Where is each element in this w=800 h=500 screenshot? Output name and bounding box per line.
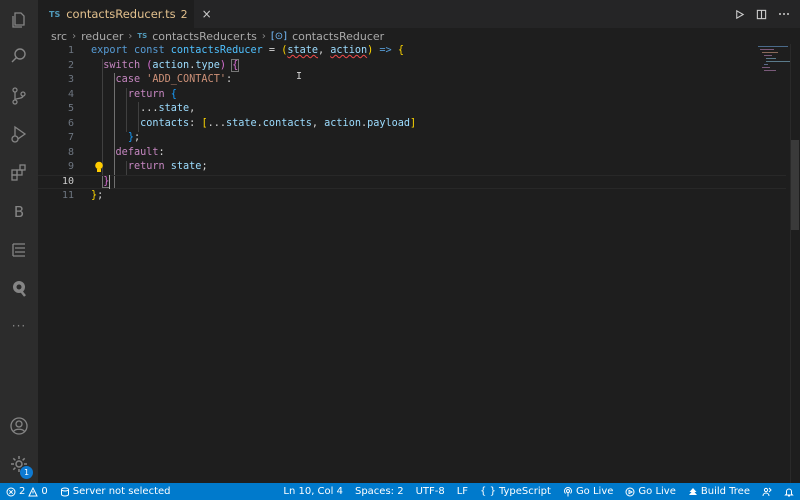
line-number: 4 xyxy=(67,88,74,100)
error-icon xyxy=(6,487,16,496)
chevron-right-icon: › xyxy=(261,30,266,42)
warning-icon xyxy=(28,486,39,496)
error-count: 2 xyxy=(19,486,26,497)
code-line: return { xyxy=(127,88,177,100)
eol-label: LF xyxy=(456,486,469,497)
tab-filename: contactsReducer.ts xyxy=(66,7,176,21)
chevron-right-icon: › xyxy=(72,30,77,42)
line-number: 5 xyxy=(67,103,74,114)
code-line: contacts: [...state.contacts, action.pay… xyxy=(140,117,417,129)
go-live-button[interactable]: Go Live xyxy=(557,483,619,500)
line-number: 3 xyxy=(67,74,74,85)
settings-gear-icon[interactable]: 1 xyxy=(7,452,33,479)
text-caret xyxy=(109,175,110,189)
more-actions-icon[interactable] xyxy=(778,12,790,16)
list-icon[interactable] xyxy=(7,238,31,262)
scrollbar-thumb[interactable] xyxy=(791,140,799,230)
code-editor[interactable]: 1 2 3 4 5 6 7 8 9 10 11 export const con… xyxy=(38,44,786,483)
build-tree-label: Build Tree xyxy=(700,486,750,497)
cursor-position[interactable]: Ln 10, Col 4 xyxy=(277,483,349,500)
line-number: 11 xyxy=(61,190,74,201)
line-number: 1 xyxy=(67,45,74,56)
go-live-label: Go Live xyxy=(575,486,614,497)
braces-icon: { } xyxy=(480,486,496,497)
line-number: 2 xyxy=(67,59,74,71)
server-status[interactable]: Server not selected xyxy=(54,483,177,500)
line-number: 9 xyxy=(67,161,74,172)
bell-icon xyxy=(784,488,794,496)
go-live-label-2: Go Live xyxy=(638,486,676,497)
quokka-icon[interactable] xyxy=(7,276,31,300)
code-line: ...state, xyxy=(140,103,196,114)
status-bar: 2 0 Server not selected Ln 10, Col 4 Spa… xyxy=(0,483,800,500)
line-number: 8 xyxy=(67,146,74,158)
build-tree-button[interactable]: Build Tree xyxy=(682,483,756,500)
more-icon[interactable]: ··· xyxy=(7,314,31,338)
feedback-button[interactable] xyxy=(756,483,778,500)
broadcast-icon xyxy=(563,486,572,496)
typescript-file-icon: TS xyxy=(49,9,61,19)
breadcrumb-folder-src[interactable]: src xyxy=(51,30,67,43)
line-number: 7 xyxy=(67,132,74,143)
symbol-variable-icon: [⊙] xyxy=(270,30,288,42)
split-editor-icon[interactable] xyxy=(756,9,767,20)
cursor-position-label: Ln 10, Col 4 xyxy=(283,486,343,497)
bootstrap-icon[interactable]: B xyxy=(7,200,31,224)
vertical-scrollbar[interactable] xyxy=(790,44,800,483)
notifications-button[interactable] xyxy=(778,483,800,500)
language-label: TypeScript xyxy=(498,486,551,497)
run-debug-icon[interactable] xyxy=(7,122,31,146)
close-icon[interactable]: × xyxy=(202,7,212,21)
account-icon[interactable] xyxy=(7,414,31,438)
database-icon xyxy=(60,487,69,497)
code-line: case 'ADD_CONTACT': xyxy=(115,74,233,85)
source-control-icon[interactable] xyxy=(7,84,31,108)
search-icon[interactable] xyxy=(7,44,31,68)
tab-bar: TS contactsReducer.ts 2 × xyxy=(38,0,800,28)
lightbulb-icon[interactable] xyxy=(94,161,104,173)
breadcrumb: src › reducer › TS contactsReducer.ts › … xyxy=(38,28,800,44)
end-of-line[interactable]: LF xyxy=(451,483,474,500)
breadcrumb-symbol[interactable]: contactsReducer xyxy=(292,30,384,43)
code-line: default: xyxy=(115,146,165,158)
settings-badge: 1 xyxy=(20,466,33,479)
line-number: 6 xyxy=(67,117,74,129)
go-live-button-2[interactable]: Go Live xyxy=(619,483,681,500)
breadcrumb-file[interactable]: contactsReducer.ts xyxy=(152,30,257,43)
code-line: export const contactsReducer = (state, a… xyxy=(91,45,404,56)
code-line: }; xyxy=(127,132,141,143)
code-line-current: } xyxy=(38,174,786,190)
extensions-icon[interactable] xyxy=(7,160,31,184)
minimap[interactable] xyxy=(758,44,792,74)
encoding-label: UTF-8 xyxy=(415,486,445,497)
explorer-icon[interactable] xyxy=(7,8,31,32)
indentation-label: Spaces: 2 xyxy=(354,486,404,497)
server-label: Server not selected xyxy=(72,486,171,497)
activity-bar: B ··· 1 xyxy=(0,0,38,483)
chevron-right-icon: › xyxy=(128,30,133,42)
tab-contacts-reducer[interactable]: TS contactsReducer.ts 2 × xyxy=(38,0,212,28)
person-feedback-icon xyxy=(762,487,772,496)
indentation[interactable]: Spaces: 2 xyxy=(349,483,410,500)
warning-count: 0 xyxy=(41,486,48,497)
code-line: return state; xyxy=(127,161,208,172)
run-icon[interactable] xyxy=(734,9,745,20)
code-line: switch (action.type) { xyxy=(103,58,240,72)
language-mode[interactable]: { } TypeScript xyxy=(474,483,557,500)
tab-problem-count: 2 xyxy=(180,7,188,21)
code-lines: export const contactsReducer = (state, a… xyxy=(38,44,786,204)
mouse-text-cursor: I xyxy=(296,71,303,82)
encoding[interactable]: UTF-8 xyxy=(410,483,451,500)
play-circle-icon xyxy=(625,487,635,496)
code-line: }; xyxy=(91,190,104,201)
breadcrumb-folder-reducer[interactable]: reducer xyxy=(81,30,123,43)
problems-indicator[interactable]: 2 0 xyxy=(0,483,54,500)
typescript-file-icon: TS xyxy=(137,32,148,40)
tree-icon xyxy=(688,487,697,495)
